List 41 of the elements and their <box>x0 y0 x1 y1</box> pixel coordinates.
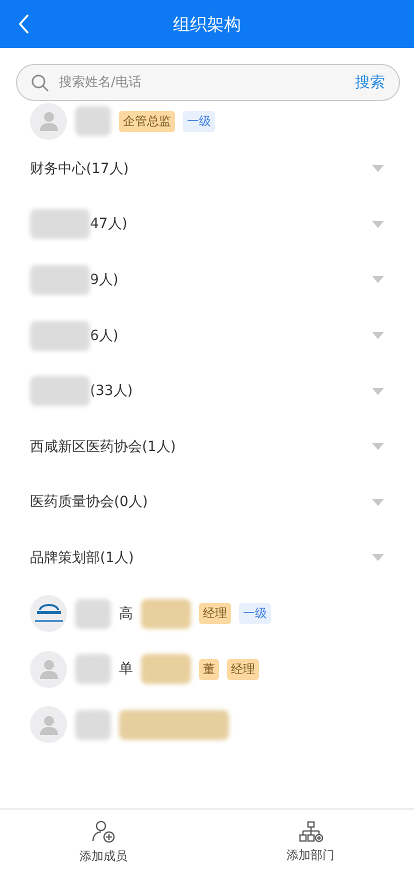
department-name[interactable]: 医药质量协会(0人) <box>30 493 372 512</box>
add-member-button[interactable]: 添加成员 <box>0 810 207 874</box>
caret-icon <box>372 276 384 284</box>
member-name: 单 <box>119 660 133 678</box>
member-name: 高 <box>119 604 133 623</box>
redacted-text <box>75 106 111 136</box>
org-chart-icon <box>298 820 322 842</box>
department-name[interactable]: 品牌策划部(1人) <box>30 548 372 567</box>
redacted-text <box>75 598 111 629</box>
department-name[interactable]: 47人) <box>90 215 372 234</box>
search-icon <box>31 74 49 92</box>
position-tag: 企管总监 <box>119 110 175 132</box>
redacted-text <box>75 710 111 740</box>
logo-icon <box>34 602 64 625</box>
position-tag: 经理 <box>227 658 259 680</box>
caret-icon <box>372 332 384 340</box>
level-tag: 一级 <box>239 603 271 624</box>
person-icon <box>38 111 58 131</box>
back-icon <box>18 14 30 34</box>
caret-icon <box>372 554 384 562</box>
page-title: 组织架构 <box>173 14 241 36</box>
department-name[interactable]: 西咸新区医药协会(1人) <box>30 438 372 456</box>
add-department-button[interactable]: 添加部门 <box>207 810 414 874</box>
position-tag: 经理 <box>199 603 231 624</box>
department-name[interactable]: 财务中心(17人) <box>30 160 372 178</box>
add-person-icon <box>92 820 116 844</box>
redacted-text <box>75 654 111 684</box>
person-icon <box>38 714 58 735</box>
redacted-text <box>141 654 191 684</box>
caret-icon <box>372 443 384 450</box>
person-icon <box>38 659 58 680</box>
caret-icon <box>372 165 384 172</box>
department-name[interactable]: 6人) <box>90 326 372 345</box>
redacted-text <box>141 598 191 629</box>
level-tag: 一级 <box>183 110 215 132</box>
position-tag: 董 <box>199 658 219 680</box>
caret-icon <box>372 220 384 228</box>
caret-icon <box>372 498 384 506</box>
department-name[interactable]: (33人) <box>90 382 372 400</box>
caret-icon <box>372 388 384 395</box>
department-name[interactable]: 9人) <box>90 270 372 289</box>
